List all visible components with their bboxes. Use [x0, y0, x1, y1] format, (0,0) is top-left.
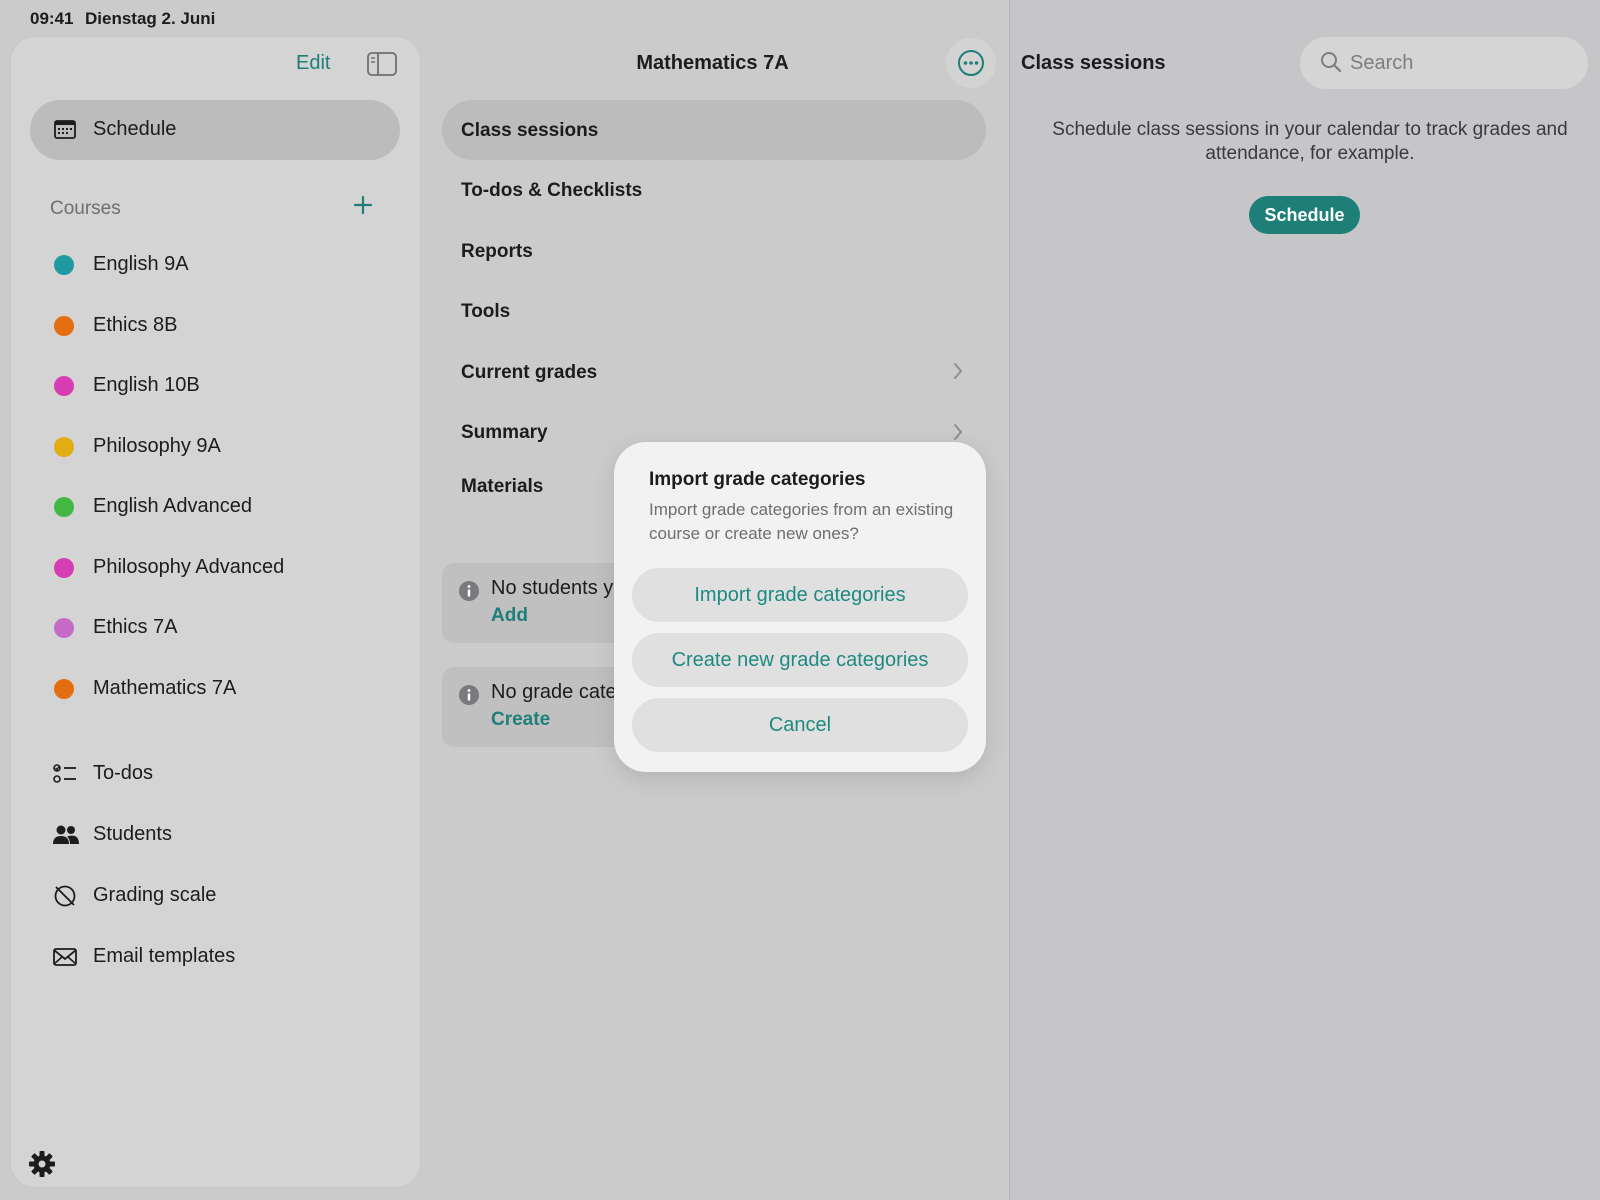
import-grade-categories-button[interactable]: Import grade categories	[632, 568, 968, 622]
course-color-dot	[54, 618, 74, 638]
course-label: English 9A	[93, 253, 189, 275]
course-item[interactable]: English Advanced	[30, 483, 400, 531]
course-label: Philosophy 9A	[93, 434, 221, 457]
course-item[interactable]: Philosophy Advanced	[30, 544, 400, 592]
courses-heading: Courses	[50, 198, 121, 219]
gear-icon	[29, 1151, 55, 1177]
grading-scale-icon	[52, 884, 78, 908]
course-color-dot	[54, 557, 74, 578]
dialog-message: Import grade categories from an existing…	[649, 500, 954, 543]
menu-item-summary[interactable]: Summary	[461, 422, 548, 444]
course-label: Mathematics 7A	[93, 676, 237, 699]
course-label: Ethics 8B	[93, 313, 178, 336]
chevron-right-icon	[951, 422, 965, 442]
menu-item-reports[interactable]: Reports	[461, 241, 533, 263]
sidebar-toggle-button[interactable]	[367, 52, 397, 81]
info-card-text: No students y	[491, 577, 614, 599]
cancel-button[interactable]: Cancel	[632, 698, 968, 752]
search-field[interactable]	[1300, 37, 1588, 89]
info-icon	[459, 581, 479, 601]
course-item[interactable]: English 9A	[30, 241, 400, 289]
course-color-dot	[54, 678, 74, 699]
menu-item-current-grades[interactable]: Current grades	[461, 362, 597, 384]
info-card-text: No grade cate	[491, 681, 617, 703]
detail-title: Class sessions	[1021, 52, 1166, 74]
info-icon	[459, 685, 479, 705]
sidebar-item-email-templates[interactable]: Email templates	[30, 933, 400, 981]
edit-button[interactable]: Edit	[296, 52, 330, 75]
settings-button[interactable]	[28, 1150, 56, 1183]
course-item[interactable]: Ethics 7A	[30, 604, 400, 652]
sidebar-item-label: Grading scale	[93, 884, 217, 906]
calendar-icon	[54, 120, 76, 139]
search-input[interactable]	[1350, 50, 1570, 76]
course-item[interactable]: Ethics 8B	[30, 302, 400, 350]
sidebar-item-grading-scale[interactable]: Grading scale	[30, 872, 400, 920]
course-label: English 10B	[93, 374, 200, 396]
course-color-dot	[54, 315, 74, 336]
people-icon	[52, 823, 79, 847]
course-color-dot	[54, 376, 74, 396]
more-options-button[interactable]	[946, 38, 996, 88]
page-title: Mathematics 7A	[636, 52, 789, 74]
import-grade-categories-dialog: Import grade categories Import grade cat…	[614, 442, 986, 772]
schedule-button[interactable]: Schedule	[1249, 196, 1360, 234]
sidebar-item-to-dos[interactable]: To-dos	[30, 750, 400, 798]
ellipsis-circle-icon	[958, 50, 984, 76]
checklist-icon	[52, 762, 78, 786]
course-color-dot	[54, 497, 74, 517]
sidebar-item-label: Schedule	[93, 118, 177, 140]
chevron-right-icon	[951, 361, 965, 381]
envelope-icon	[52, 945, 78, 969]
menu-item-tools[interactable]: Tools	[461, 301, 510, 323]
menu-item-to-dos-checklists[interactable]: To-dos & Checklists	[461, 180, 642, 202]
sidebar-item-schedule[interactable]: Schedule	[30, 100, 400, 160]
course-item[interactable]: Mathematics 7A	[30, 665, 400, 713]
create-new-grade-categories-button[interactable]: Create new grade categories	[632, 633, 968, 687]
menu-item-materials[interactable]: Materials	[461, 476, 543, 498]
create-grade-categories-link[interactable]: Create	[491, 709, 550, 731]
search-icon	[1321, 52, 1342, 73]
sidebar-item-students[interactable]: Students	[30, 811, 400, 859]
course-color-dot	[54, 255, 74, 275]
course-item[interactable]: Philosophy 9A	[30, 423, 400, 471]
sidebar-toggle-icon	[367, 52, 397, 76]
dialog-title: Import grade categories	[649, 469, 866, 490]
sidebar-item-label: Students	[93, 823, 172, 845]
sidebar-item-label: To-dos	[93, 762, 154, 784]
status-date: Dienstag 2. Juni	[85, 9, 216, 28]
status-time: 09:41	[30, 9, 74, 28]
course-item[interactable]: English 10B	[30, 362, 400, 410]
course-color-dot	[54, 436, 74, 457]
add-course-button[interactable]	[350, 192, 376, 218]
plus-icon	[353, 195, 373, 215]
course-label: Philosophy Advanced	[93, 555, 285, 578]
empty-state-message: Schedule class sessions in your calendar…	[1052, 119, 1568, 164]
detail-pane	[1009, 0, 1600, 1200]
course-label: English Advanced	[93, 495, 253, 517]
menu-item-class-sessions[interactable]: Class sessions	[461, 120, 598, 142]
sidebar-item-label: Email templates	[93, 945, 236, 967]
course-label: Ethics 7A	[93, 616, 178, 638]
add-students-link[interactable]: Add	[491, 605, 528, 627]
